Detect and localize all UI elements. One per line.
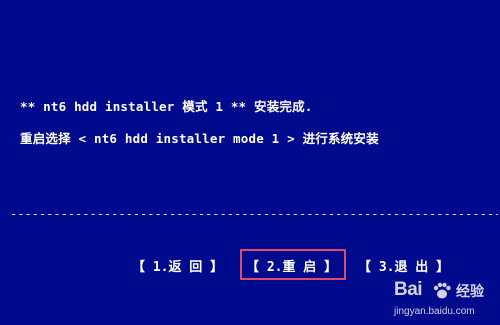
paw-icon [433,282,451,299]
reboot-instruction: 重启选择 < nt6 hdd installer mode 1 > 进行系统安装 [20,131,379,146]
divider-line: ----------------------------------------… [10,207,498,221]
baidu-jingyan-watermark: Bai 经验 jingyan.baidu.com [394,279,490,321]
installer-screen: ** nt6 hdd installer 模式 1 ** 安装完成. 重启选择 … [0,0,500,325]
status-message: ** nt6 hdd installer 模式 1 ** 安装完成. [20,99,313,114]
menu-item-exit[interactable]: 【 3.退 出 】 [358,256,449,275]
restart-highlight-box [240,249,346,280]
watermark-url: jingyan.baidu.com [394,306,475,317]
watermark-brand: Bai [394,279,423,300]
menu-item-back[interactable]: 【 1.返 回 】 [132,256,223,275]
watermark-jingyan: 经验 [456,284,484,300]
